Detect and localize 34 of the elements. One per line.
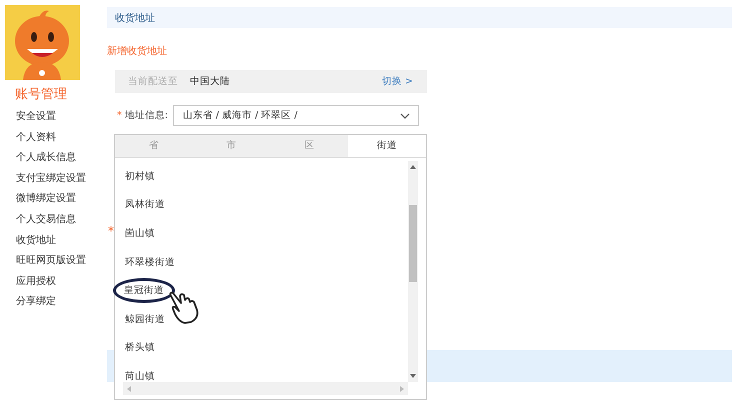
street-option[interactable]: 鲸园街道 [123,310,167,329]
horizontal-scrollbar[interactable] [123,382,408,395]
required-mark: * [108,225,114,237]
scroll-right-arrow-icon[interactable] [400,386,404,392]
street-option[interactable]: 凤林街道 [123,195,167,214]
sidebar-item[interactable]: 微博绑定设置 [16,189,100,210]
sidebar-item[interactable]: 分享绑定 [16,292,100,313]
scroll-up-arrow-icon[interactable] [410,165,416,169]
street-option[interactable]: 苘山镇 [123,366,157,386]
street-option[interactable]: 桥头镇 [123,338,157,358]
vertical-scrollbar[interactable] [408,161,418,382]
chevron-down-icon [400,112,410,118]
sidebar-item[interactable]: 收货地址 [16,230,100,252]
region-tab[interactable]: 街道 [348,135,426,157]
required-mark: * [117,110,122,121]
sidebar-item[interactable]: 旺旺网页版设置 [16,251,100,272]
street-option[interactable]: 崮山镇 [123,224,157,243]
address-label: 地址信息: [124,109,169,122]
sidebar-item[interactable]: 支付宝绑定设置 [16,168,100,190]
section-title: 收货地址 [115,12,155,24]
delivery-region: 中国大陆 [190,75,230,88]
scroll-down-arrow-icon[interactable] [410,374,416,378]
street-option[interactable]: 环翠楼街道 [123,252,177,272]
scroll-left-arrow-icon[interactable] [127,386,131,392]
delivery-label: 当前配送至 [128,75,178,88]
address-select[interactable]: 山东省 / 威海市 / 环翠区 / [172,105,419,126]
sidebar-item[interactable]: 应用授权 [16,272,100,292]
sidebar-item[interactable]: 个人成长信息 [16,148,100,169]
sidebar-item[interactable]: 个人交易信息 [16,210,100,231]
sidebar-item[interactable]: 安全设置 [16,107,100,128]
sidebar-title: 账号管理 [15,86,68,103]
sidebar-item[interactable]: 个人资料 [16,128,100,148]
switch-link[interactable]: 切换 > [382,75,413,88]
street-option[interactable]: 初村镇 [123,166,157,186]
